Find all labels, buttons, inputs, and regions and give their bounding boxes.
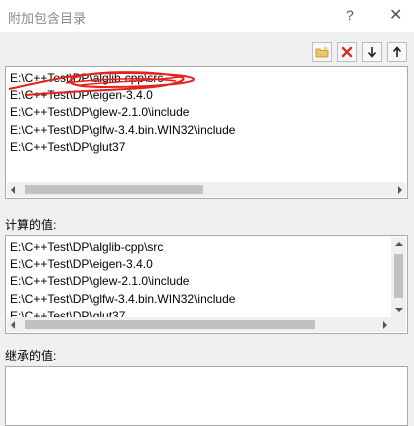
vertical-scrollbar[interactable] — [391, 237, 406, 317]
list-item: E:\C++Test\DP\eigen-3.4.0 — [10, 257, 153, 271]
include-dirs-listbox[interactable]: E:\C++Test\DP\alglib-cpp\src E:\C++Test\… — [5, 66, 408, 199]
move-down-icon — [367, 47, 377, 58]
move-up-icon — [392, 46, 402, 57]
list-item: E:\C++Test\DP\glew-2.1.0\include — [10, 274, 190, 288]
close-icon[interactable]: ✕ — [389, 5, 402, 25]
list-item[interactable]: E:\C++Test\DP\glfw-3.4.bin.WIN32\include — [10, 122, 235, 138]
delete-button[interactable] — [337, 42, 357, 62]
help-icon[interactable]: ? — [346, 7, 354, 23]
scroll-up-icon[interactable] — [395, 242, 403, 246]
scroll-down-icon[interactable] — [395, 308, 403, 312]
list-item[interactable]: E:\C++Test\DP\glut37 — [10, 139, 125, 155]
scroll-right-icon[interactable] — [398, 186, 402, 194]
red-scribble-annotation — [8, 71, 196, 96]
new-folder-icon — [315, 46, 329, 58]
scroll-left-icon[interactable] — [11, 186, 15, 194]
scrollbar-thumb[interactable] — [25, 185, 203, 194]
computed-values-listbox[interactable]: E:\C++Test\DP\alglib-cpp\src E:\C++Test\… — [5, 235, 408, 334]
inherited-values-label: 继承的值: — [5, 349, 57, 363]
horizontal-scrollbar[interactable] — [7, 317, 391, 332]
new-folder-button[interactable] — [312, 42, 332, 62]
inherited-values-listbox[interactable] — [5, 366, 408, 426]
dialog-title: 附加包含目录 — [8, 11, 87, 26]
list-item: E:\C++Test\DP\glfw-3.4.bin.WIN32\include — [10, 292, 236, 306]
delete-icon — [341, 46, 353, 58]
scrollbar-corner — [391, 317, 406, 332]
horizontal-scrollbar[interactable] — [7, 182, 406, 197]
scrollbar-thumb[interactable] — [25, 320, 315, 329]
move-down-button[interactable] — [362, 42, 382, 62]
scroll-right-icon[interactable] — [383, 321, 387, 329]
dialog-titlebar: 附加包含目录 ? ✕ — [0, 0, 414, 32]
scroll-left-icon[interactable] — [11, 321, 15, 329]
move-up-button[interactable] — [387, 42, 407, 62]
computed-values-label: 计算的值: — [5, 218, 57, 232]
scrollbar-thumb[interactable] — [394, 254, 403, 298]
list-item: E:\C++Test\DP\alglib-cpp\src — [10, 240, 164, 254]
